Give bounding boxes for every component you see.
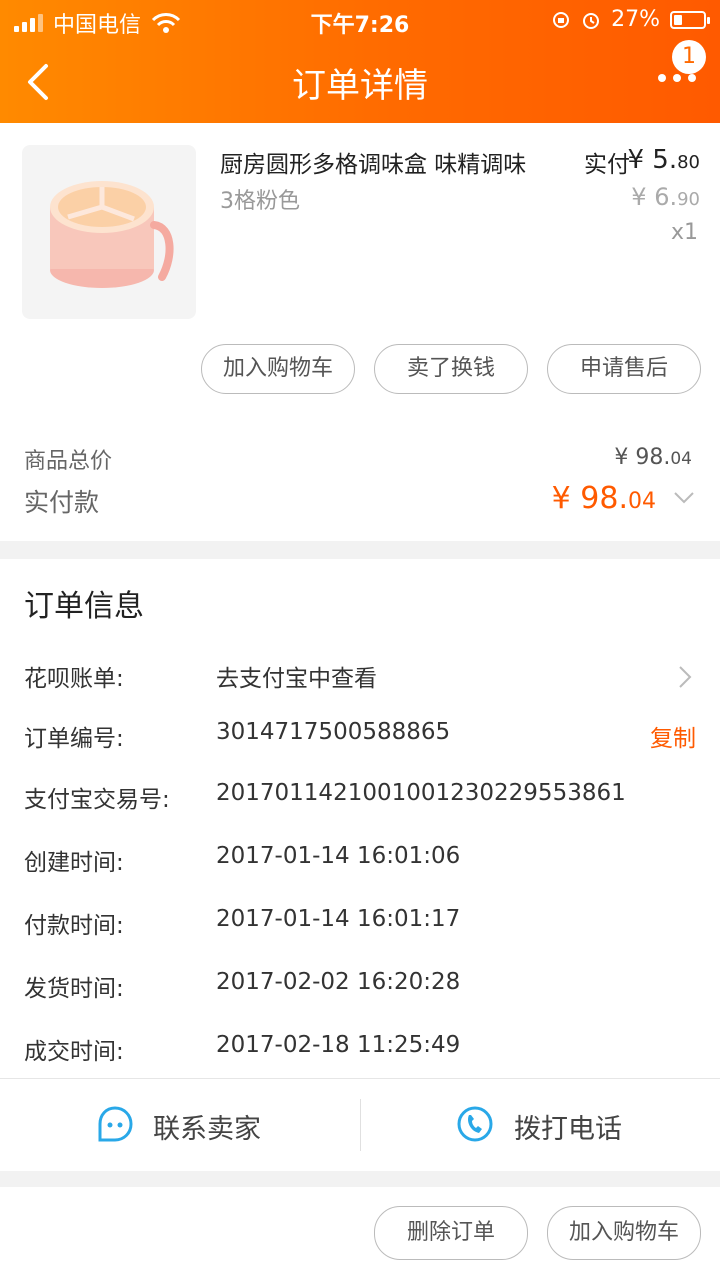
order-number-row: 订单编号: 3014717500588865 复制 bbox=[0, 719, 720, 759]
chevron-down-icon[interactable] bbox=[672, 489, 696, 507]
paid-label: 实付 bbox=[584, 152, 630, 178]
actual-payment-value: ¥ 98.04 bbox=[551, 481, 656, 516]
pay-time-row: 付款时间: 2017-01-14 16:01:17 bbox=[0, 906, 720, 946]
deal-time-row: 成交时间: 2017-02-18 11:25:49 bbox=[0, 1032, 720, 1072]
chat-bubble-icon bbox=[98, 1106, 133, 1142]
add-to-cart-button[interactable]: 加入购物车 bbox=[201, 344, 355, 394]
row-value: 2017-02-18 11:25:49 bbox=[216, 1032, 461, 1058]
row-key: 订单编号: bbox=[24, 726, 124, 752]
delete-order-button[interactable]: 删除订单 bbox=[374, 1206, 528, 1260]
row-key: 创建时间: bbox=[24, 850, 124, 876]
nav-bar: 订单详情 1 bbox=[0, 40, 720, 123]
page-title: 订单详情 bbox=[292, 66, 428, 106]
chevron-right-icon bbox=[679, 666, 692, 688]
ship-time-row: 发货时间: 2017-02-02 16:20:28 bbox=[0, 969, 720, 1009]
row-value: 3014717500588865 bbox=[216, 719, 451, 745]
footer-bar: 删除订单 加入购物车 bbox=[0, 1187, 720, 1280]
goods-total-label: 商品总价 bbox=[24, 449, 113, 474]
order-info-title: 订单信息 bbox=[24, 589, 144, 624]
actual-payment-label: 实付款 bbox=[24, 488, 100, 517]
after-sale-button[interactable]: 申请售后 bbox=[547, 344, 701, 394]
row-key: 支付宝交易号: bbox=[24, 787, 170, 813]
notification-badge: 1 bbox=[672, 40, 706, 74]
row-value: 2017011421001001230229553861 bbox=[216, 780, 626, 806]
create-time-row: 创建时间: 2017-01-14 16:01:06 bbox=[0, 843, 720, 883]
product-card: 厨房圆形多格调味盒 味精调味 3格粉色 实付 ¥ 5.80 ¥ 6.90 x1 … bbox=[0, 123, 720, 541]
seasoning-box-image bbox=[50, 181, 174, 288]
original-price: ¥ 6.90 bbox=[631, 183, 700, 211]
contact-seller-label: 联系卖家 bbox=[153, 1114, 261, 1145]
footer-add-to-cart-button[interactable]: 加入购物车 bbox=[547, 1206, 701, 1260]
quantity: x1 bbox=[670, 220, 698, 245]
row-value: 2017-01-14 16:01:06 bbox=[216, 843, 461, 869]
header: 中国电信 下午7:26 27% 订单详情 1 bbox=[0, 0, 720, 123]
row-value: 去支付宝中查看 bbox=[216, 666, 377, 692]
battery-percent: 27% bbox=[611, 7, 660, 32]
row-key: 发货时间: bbox=[24, 976, 124, 1002]
resell-button[interactable]: 卖了换钱 bbox=[374, 344, 528, 394]
status-bar: 中国电信 下午7:26 27% bbox=[0, 0, 720, 40]
call-phone-label: 拨打电话 bbox=[514, 1114, 622, 1145]
contact-seller-button[interactable]: 联系卖家 bbox=[0, 1079, 360, 1172]
paid-price: ¥ 5.80 bbox=[627, 145, 700, 175]
goods-total-value: ¥ 98.04 bbox=[614, 445, 692, 470]
alarm-icon bbox=[583, 12, 600, 29]
alipay-trade-row: 支付宝交易号: 2017011421001001230229553861 bbox=[0, 780, 720, 820]
row-key: 花呗账单: bbox=[24, 666, 124, 692]
huabei-bill-row[interactable]: 花呗账单: 去支付宝中查看 bbox=[0, 659, 720, 699]
copy-button[interactable]: 复制 bbox=[650, 719, 696, 753]
product-name[interactable]: 厨房圆形多格调味盒 味精调味 bbox=[220, 145, 526, 179]
product-image[interactable] bbox=[22, 145, 196, 319]
row-key: 成交时间: bbox=[24, 1039, 124, 1065]
row-key: 付款时间: bbox=[24, 913, 124, 939]
order-info-section: 订单信息 花呗账单: 去支付宝中查看 订单编号: 301471750058886… bbox=[0, 559, 720, 1171]
more-icon[interactable] bbox=[658, 74, 696, 82]
contact-bar: 联系卖家 拨打电话 bbox=[0, 1078, 720, 1172]
rotation-lock-icon bbox=[553, 11, 570, 28]
battery-icon bbox=[670, 10, 710, 29]
call-phone-button[interactable]: 拨打电话 bbox=[360, 1079, 720, 1172]
row-value: 2017-01-14 16:01:17 bbox=[216, 906, 461, 932]
row-value: 2017-02-02 16:20:28 bbox=[216, 969, 461, 995]
phone-icon bbox=[457, 1106, 493, 1142]
product-spec: 3格粉色 bbox=[220, 189, 300, 214]
